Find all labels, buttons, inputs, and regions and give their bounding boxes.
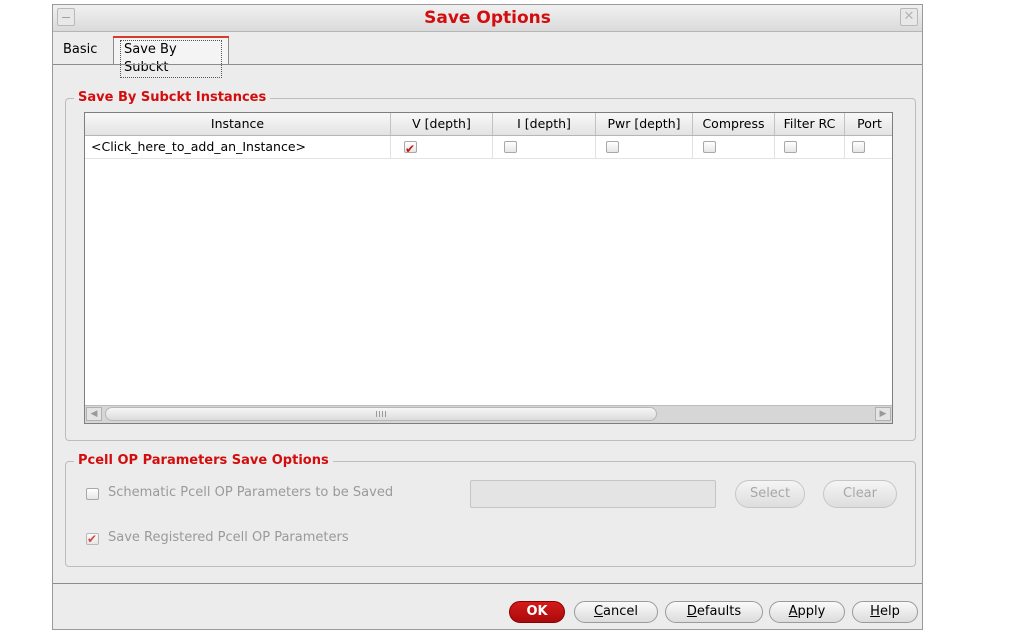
col-compress[interactable]: Compress [693,113,775,135]
col-i-depth[interactable]: I [depth] [493,113,596,135]
cancel-button[interactable]: Cancel [574,601,658,623]
help-mnemonic: H [870,604,880,619]
defaults-button[interactable]: Defaults [665,601,763,623]
select-button[interactable]: Select [735,480,805,508]
i-depth-checkbox[interactable] [504,141,517,153]
defaults-mnemonic: D [686,604,697,619]
pwr-depth-cell [596,136,693,158]
tab-content: Save By Subckt Instances Instance V [dep… [53,64,922,584]
instances-group: Save By Subckt Instances Instance V [dep… [65,90,916,441]
title-bar: Save Options ✕ [53,5,922,32]
scroll-left-icon[interactable]: ◀ [86,407,102,421]
scroll-right-icon[interactable]: ▶ [875,407,891,421]
compress-checkbox[interactable] [703,141,716,153]
col-port[interactable]: Port [845,113,892,135]
cancel-mnemonic: C [593,604,604,619]
schematic-pcell-checkbox[interactable] [86,488,99,500]
dialog-footer: OK Cancel Defaults Apply Help [53,601,922,629]
pcell-parameters-field[interactable] [470,480,716,508]
help-button[interactable]: Help [852,601,918,623]
scrollbar-thumb[interactable] [105,407,657,421]
instances-table: Instance V [depth] I [depth] Pwr [depth]… [84,112,893,424]
save-options-dialog: Save Options ✕ Basic Save By Subckt Save… [52,4,923,630]
filter-rc-cell [775,136,845,158]
pcell-group-title: Pcell OP Parameters Save Options [74,453,333,468]
col-pwr-depth[interactable]: Pwr [depth] [596,113,693,135]
pwr-depth-checkbox[interactable] [606,141,619,153]
v-depth-checkbox[interactable] [404,138,417,158]
registered-pcell-checkbox[interactable] [86,530,99,548]
tab-basic[interactable]: Basic [57,37,103,63]
apply-label-rest: pply [797,604,826,619]
cancel-label-rest: ancel [603,604,639,619]
port-cell [845,136,892,158]
col-filter-rc[interactable]: Filter RC [775,113,845,135]
help-label-rest: elp [879,604,900,619]
defaults-label-rest: efaults [696,604,742,619]
apply-button[interactable]: Apply [769,601,845,623]
dialog-title: Save Options [424,8,551,28]
compress-cell [693,136,775,158]
instances-group-title: Save By Subckt Instances [74,90,271,105]
pcell-options-group: Pcell OP Parameters Save Options Schemat… [65,453,916,567]
close-icon[interactable]: ✕ [900,8,918,26]
schematic-pcell-label: Schematic Pcell OP Parameters to be Save… [108,485,394,500]
clear-button[interactable]: Clear [823,480,897,508]
table-row[interactable]: <Click_here_to_add_an_Instance> [85,136,892,159]
table-header: Instance V [depth] I [depth] Pwr [depth]… [85,113,892,136]
tab-save-by-subckt[interactable]: Save By Subckt [113,36,229,78]
col-v-depth[interactable]: V [depth] [391,113,493,135]
scroll-grip-icon [376,411,386,417]
i-depth-cell [493,136,596,158]
instance-cell[interactable]: <Click_here_to_add_an_Instance> [85,136,391,158]
apply-mnemonic: A [788,604,798,619]
filter-rc-checkbox[interactable] [784,141,797,153]
port-checkbox[interactable] [852,141,865,153]
v-depth-cell [391,136,493,158]
registered-pcell-label: Save Registered Pcell OP Parameters [108,530,349,545]
horizontal-scrollbar[interactable]: ◀ ▶ [85,405,892,423]
ok-button[interactable]: OK [509,601,565,623]
col-instance[interactable]: Instance [85,113,391,135]
